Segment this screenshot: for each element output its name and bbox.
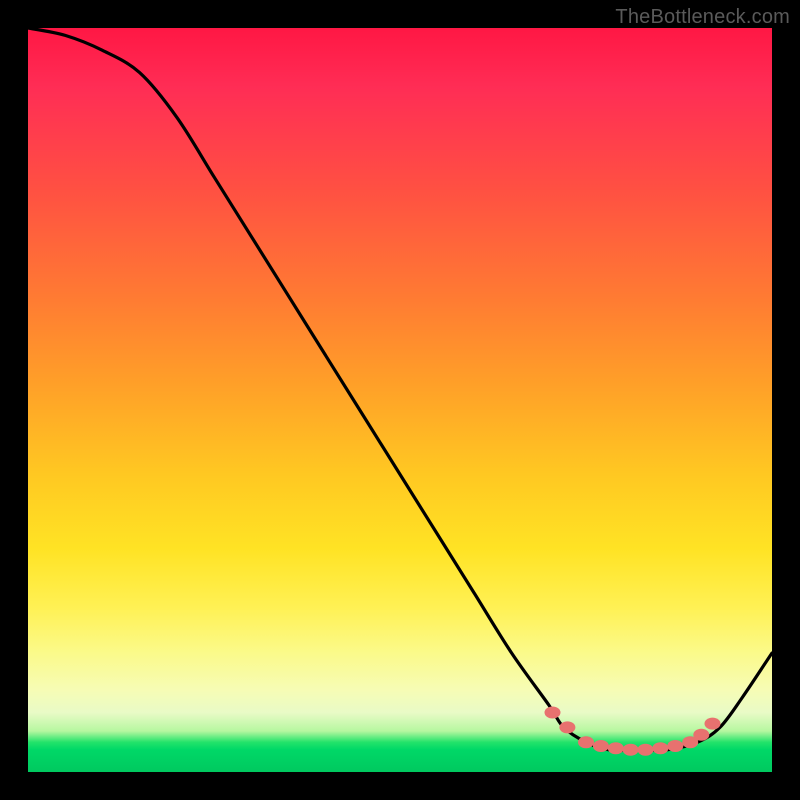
marker-dot (578, 736, 594, 748)
marker-dot (652, 742, 668, 754)
chart-frame: TheBottleneck.com (0, 0, 800, 800)
marker-dot (559, 721, 575, 733)
plot-area (28, 28, 772, 772)
chart-svg (28, 28, 772, 772)
marker-dot (545, 707, 561, 719)
marker-dot (667, 740, 683, 752)
marker-dot (608, 742, 624, 754)
marker-dot (593, 740, 609, 752)
curve-path-group (28, 28, 772, 750)
watermark-text: TheBottleneck.com (615, 6, 790, 29)
curve-line (28, 28, 772, 750)
marker-dot (623, 744, 639, 756)
highlight-markers (545, 707, 721, 756)
marker-dot (638, 744, 654, 756)
marker-dot (693, 729, 709, 741)
marker-dot (705, 718, 721, 730)
